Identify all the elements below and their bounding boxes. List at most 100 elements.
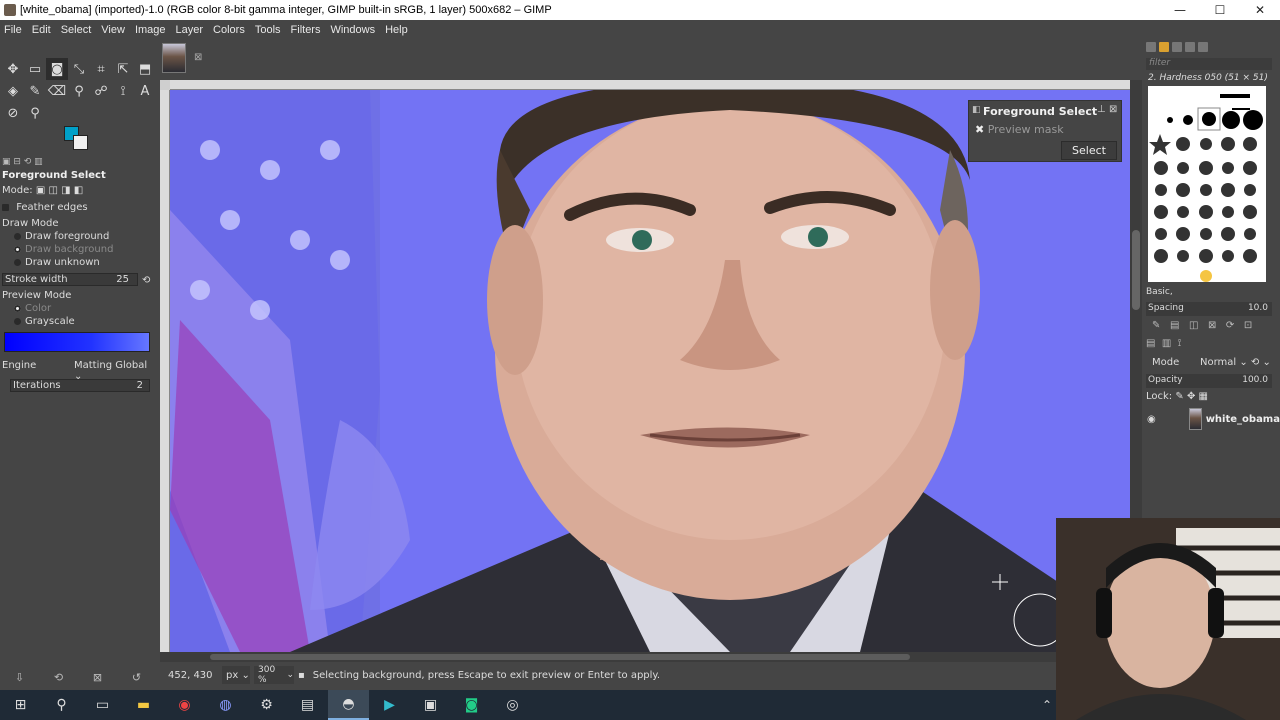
menu-help[interactable]: Help (385, 24, 408, 36)
app-icon-generic[interactable]: ▤ (287, 690, 328, 720)
menu-file[interactable]: File (4, 24, 22, 36)
menu-colors[interactable]: Colors (213, 24, 245, 36)
zoom-tool-icon[interactable]: ⚲ (24, 102, 46, 124)
gimp-taskbar-icon[interactable]: ◓ (328, 690, 369, 720)
lock-alpha-icon[interactable]: ▦ (1199, 391, 1208, 402)
save-options-icon[interactable]: ⇩ (15, 671, 24, 684)
patterns-tab-icon[interactable] (1159, 42, 1169, 52)
gamepad-icon[interactable]: ◙ (451, 690, 492, 720)
horizontal-scrollbar[interactable] (160, 652, 1130, 662)
eraser-icon[interactable]: ⌫ (46, 80, 68, 102)
zoom-select[interactable]: 300 % ⌄ (254, 665, 294, 685)
minimize-button[interactable]: — (1160, 0, 1200, 20)
discord-icon[interactable]: ◍ (205, 690, 246, 720)
layers-tab-icon[interactable]: ▤ (1146, 338, 1155, 349)
clone-tool-icon[interactable]: ⚲ (68, 80, 90, 102)
feather-edges-checkbox[interactable] (2, 203, 9, 211)
steam-icon[interactable]: ⚙ (246, 690, 287, 720)
edit-brush-icon[interactable]: ✎ (1152, 320, 1160, 331)
iterations-slider[interactable]: Iterations 2 (10, 379, 150, 392)
preview-color-radio[interactable] (14, 304, 21, 312)
start-windows-icon[interactable]: ⊞ (0, 690, 41, 720)
draw-foreground-radio[interactable] (14, 232, 21, 240)
brush-grid[interactable] (1148, 86, 1266, 282)
duplicate-brush-icon[interactable]: ◫ (1189, 320, 1198, 331)
perspective-tool-icon[interactable]: ⬒ (134, 58, 156, 80)
draw-unknown-radio[interactable] (14, 258, 21, 266)
vertical-scrollbar-thumb[interactable] (1132, 230, 1140, 310)
fs-dialog-pin-icon[interactable]: ⊥ (1097, 104, 1106, 115)
rect-select-icon[interactable]: ▭ (24, 58, 46, 80)
brush-set-select[interactable]: Basic, (1146, 287, 1272, 299)
draw-foreground-option[interactable]: Draw foreground (14, 231, 109, 242)
paths-tool-icon[interactable]: ⟟ (112, 80, 134, 102)
engine-select[interactable]: Matting Global ⌄ (74, 360, 150, 382)
fonts-tab-icon[interactable] (1172, 42, 1182, 52)
brush-spacing-slider[interactable]: Spacing 10.0 (1146, 302, 1272, 316)
fg-bg-colors[interactable] (64, 126, 94, 156)
menu-tools[interactable]: Tools (255, 24, 281, 36)
new-brush-icon[interactable]: ▤ (1170, 320, 1179, 331)
menu-layer[interactable]: Layer (176, 24, 204, 36)
horizontal-scrollbar-thumb[interactable] (210, 654, 910, 660)
open-brush-icon[interactable]: ⊡ (1244, 320, 1252, 331)
transform-tool-icon[interactable]: ⇱ (112, 58, 134, 80)
menu-select[interactable]: Select (61, 24, 92, 36)
layer-opacity-slider[interactable]: Opacity 100.0 (1146, 374, 1272, 388)
feather-edges-row[interactable]: Feather edges (2, 202, 88, 213)
history-tab-icon[interactable] (1198, 42, 1208, 52)
layer-visibility-eye-icon[interactable]: ◉ (1146, 414, 1157, 425)
brush-filter-input[interactable]: filter (1146, 58, 1272, 70)
vertical-ruler[interactable] (160, 90, 170, 652)
refresh-brushes-icon[interactable]: ⟳ (1226, 320, 1234, 331)
menu-windows[interactable]: Windows (330, 24, 375, 36)
layer-row[interactable]: ◉ white_obama (1146, 406, 1280, 432)
obs-icon[interactable]: ◎ (492, 690, 533, 720)
paintbrush-icon[interactable]: ✎ (24, 80, 46, 102)
unit-select[interactable]: px ⌄ (222, 666, 250, 684)
lock-pixels-icon[interactable]: ✎ (1175, 391, 1183, 402)
preview-grayscale-option[interactable]: Grayscale (14, 316, 75, 327)
preview-mask-toggle[interactable]: ✖ Preview mask (975, 123, 1064, 136)
image-canvas[interactable] (170, 90, 1130, 652)
text-tool-icon[interactable]: A (134, 80, 156, 102)
stroke-width-slider[interactable]: Stroke width 25 (2, 273, 138, 286)
color-picker-icon[interactable]: ⊘ (2, 102, 24, 124)
restore-options-icon[interactable]: ⟲ (54, 671, 63, 684)
menu-image[interactable]: Image (135, 24, 166, 36)
dialog-grip-icon[interactable]: ◧ (972, 105, 981, 115)
tool-options-tab-icon[interactable]: ▣ ⊟ ⟲ ▥ (2, 157, 43, 167)
crop-tool-icon[interactable]: ⌗ (90, 58, 112, 80)
paths-tab-icon[interactable]: ⟟ (1178, 338, 1182, 349)
draw-background-radio[interactable] (14, 245, 21, 253)
search-icon[interactable]: ⚲ (41, 690, 82, 720)
gradients-tab-icon[interactable] (1185, 42, 1195, 52)
background-color-swatch[interactable] (73, 135, 88, 150)
channels-tab-icon[interactable]: ▥ (1162, 338, 1171, 349)
foreground-select-tool-icon[interactable]: ◙ (46, 58, 68, 80)
reset-options-icon[interactable]: ↺ (132, 671, 141, 684)
preview-color-option[interactable]: Color (14, 303, 51, 314)
brushes-tab-icon[interactable] (1146, 42, 1156, 52)
screen-recorder-icon[interactable]: ▣ (410, 690, 451, 720)
menu-filters[interactable]: Filters (291, 24, 321, 36)
move-tool-icon[interactable]: ✥ (2, 58, 24, 80)
warp-tool-icon[interactable]: ⤡ (68, 58, 90, 80)
file-explorer-icon[interactable]: ▬ (123, 690, 164, 720)
mask-color-button[interactable] (4, 332, 150, 352)
menu-edit[interactable]: Edit (32, 24, 51, 36)
select-button[interactable]: Select (1061, 141, 1117, 160)
menu-view[interactable]: View (101, 24, 125, 36)
layer-mode-select[interactable]: Normal ⌄ ⟲ ⌄ (1200, 357, 1271, 368)
delete-brush-icon[interactable]: ⊠ (1208, 320, 1216, 331)
preview-mask-checkbox-icon[interactable]: ✖ (975, 123, 984, 136)
task-view-icon[interactable]: ▭ (82, 690, 123, 720)
image-tab-thumbnail[interactable] (162, 43, 186, 73)
close-button[interactable]: ✕ (1240, 0, 1280, 20)
horizontal-ruler[interactable] (170, 80, 1130, 90)
draw-background-option[interactable]: Draw background (14, 244, 113, 255)
reset-stroke-icon[interactable]: ⟲ (142, 275, 150, 286)
bucket-fill-icon[interactable]: ◈ (2, 80, 24, 102)
maximize-button[interactable]: ☐ (1200, 0, 1240, 20)
ruler-corner[interactable] (160, 80, 170, 90)
